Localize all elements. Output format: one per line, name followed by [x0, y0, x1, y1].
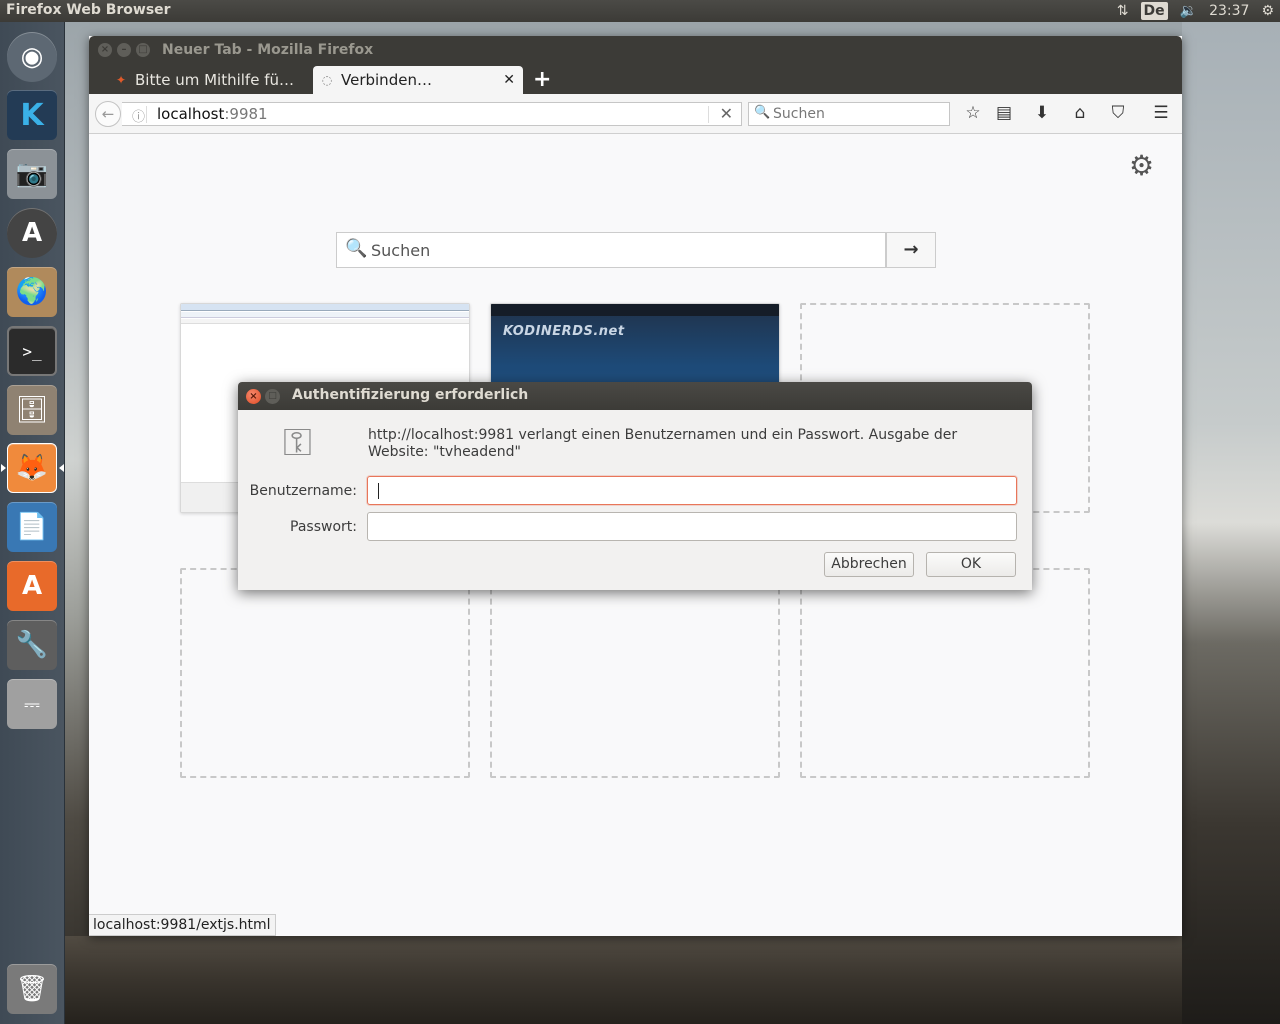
top-site-tile-empty — [180, 568, 470, 778]
kodinerds-logo: KODINERDS.net — [503, 324, 625, 339]
tab-label: Verbinden… — [341, 71, 432, 89]
dialog-titlebar: × □ Authentifizierung erforderlich — [238, 382, 1032, 410]
newtab-search-placeholder: Suchen — [371, 241, 431, 260]
volume-icon[interactable]: 🔉 — [1180, 3, 1197, 19]
navigation-toolbar: ← ⓘ localhost:9981 ✕ 🔍 Suchen ☆ ▤ ⬇ ⌂ ⛉ … — [89, 94, 1182, 134]
newtab-settings-gear-icon[interactable]: ⚙ — [1129, 149, 1154, 182]
auth-dialog: × □ Authentifizierung erforderlich ⚿ htt… — [238, 382, 1032, 590]
thumbnail-toolbar — [181, 312, 469, 318]
active-app-title: Firefox Web Browser — [6, 2, 171, 18]
username-field[interactable] — [367, 476, 1017, 505]
search-placeholder: Suchen — [773, 106, 825, 122]
username-label: Benutzername: — [249, 483, 357, 499]
desktop-wallpaper — [1182, 22, 1280, 1024]
network-icon[interactable]: ⇅ — [1117, 3, 1129, 19]
tab-close-icon[interactable]: ✕ — [503, 72, 515, 88]
stop-loading-icon[interactable]: ✕ — [720, 104, 733, 123]
system-menu-gear-icon[interactable]: ⚙ — [1261, 3, 1274, 19]
loading-spinner-icon: ◌ — [321, 73, 333, 87]
hamburger-menu-icon[interactable]: ☰ — [1150, 103, 1172, 123]
password-label: Passwort: — [290, 519, 357, 535]
unity-launcher: ◉ K 📷 A 🌍 >_ 🗄 🦊 📄 A 🔧 ⎓ 🗑 — [0, 22, 65, 1024]
archive-icon[interactable]: 🗄 — [7, 385, 57, 435]
search-go-arrow-icon[interactable]: → — [886, 232, 936, 268]
running-indicator — [1, 464, 6, 472]
dialog-close-button[interactable]: × — [246, 389, 261, 404]
search-input[interactable]: 🔍 Suchen — [748, 102, 950, 126]
firefox-icon[interactable]: 🦊 — [7, 443, 57, 493]
url-bar[interactable]: ⓘ localhost:9981 ✕ — [122, 102, 742, 126]
password-field[interactable] — [367, 512, 1017, 541]
window-titlebar: × – □ Neuer Tab - Mozilla Firefox ✦ Bitt… — [89, 36, 1182, 94]
window-close-button[interactable]: × — [98, 43, 112, 57]
top-site-tile-empty — [490, 568, 780, 778]
url-text[interactable]: localhost:9981 — [157, 105, 268, 123]
search-icon: 🔍 — [754, 105, 771, 120]
tab-mithilfe[interactable]: ✦ Bitte um Mithilfe fü… — [107, 66, 313, 94]
text-caret — [378, 483, 379, 499]
ok-button[interactable]: OK — [926, 552, 1016, 577]
desktop-wallpaper-bottom — [65, 936, 1182, 1024]
system-tray: ⇅ De 🔉 23:37 ⚙ — [1117, 1, 1274, 21]
top-panel: Firefox Web Browser ⇅ De 🔉 23:37 ⚙ — [0, 0, 1280, 22]
folder-globe-icon[interactable]: 🌍 — [7, 267, 57, 317]
thumbnail-topbar — [491, 304, 779, 316]
keyboard-layout-indicator[interactable]: De — [1140, 2, 1168, 20]
site-info-icon[interactable]: ⓘ — [132, 106, 145, 125]
trash-icon[interactable]: 🗑 — [7, 964, 57, 1014]
newtab-search-input[interactable]: 🔍 Suchen — [336, 232, 886, 268]
camera-icon[interactable]: 📷 — [7, 149, 57, 199]
cancel-button[interactable]: Abbrechen — [824, 552, 914, 577]
tab-favicon-icon: ✦ — [115, 73, 127, 87]
ubuntu-logo-icon[interactable]: ◉ — [7, 32, 57, 82]
pocket-icon[interactable]: ⛉ — [1107, 103, 1129, 123]
back-arrow-icon[interactable]: ← — [95, 101, 121, 127]
focused-indicator — [59, 464, 64, 472]
top-site-tile-empty — [800, 568, 1090, 778]
software-center-icon[interactable]: A — [7, 561, 57, 611]
clock[interactable]: 23:37 — [1209, 3, 1249, 19]
home-icon[interactable]: ⌂ — [1069, 103, 1091, 123]
search-icon: 🔍 — [345, 238, 368, 259]
dialog-title: Authentifizierung erforderlich — [292, 387, 529, 403]
dialog-maximize-button[interactable]: □ — [265, 389, 280, 404]
usb-icon[interactable]: ⎓ — [7, 679, 57, 729]
bookmark-star-icon[interactable]: ☆ — [962, 103, 984, 123]
downloads-icon[interactable]: ⬇ — [1031, 103, 1053, 123]
window-minimize-button[interactable]: – — [117, 43, 131, 57]
status-panel: localhost:9981/extjs.html — [89, 914, 276, 936]
key-icon: ⚿ — [283, 420, 312, 464]
thumbnail-header-row — [181, 319, 469, 324]
urlbar-divider — [708, 106, 709, 123]
tab-verbinden[interactable]: ◌ Verbinden… ✕ — [313, 66, 523, 94]
tab-label: Bitte um Mithilfe fü… — [135, 71, 295, 89]
auth-message: http://localhost:9981 verlangt einen Ben… — [368, 427, 958, 460]
thumbnail-toolbar — [181, 304, 469, 311]
window-maximize-button[interactable]: □ — [136, 43, 150, 57]
updater-icon[interactable]: A — [7, 208, 57, 258]
urlbar-divider — [146, 106, 147, 123]
settings-wrench-icon[interactable]: 🔧 — [7, 620, 57, 670]
writer-icon[interactable]: 📄 — [7, 502, 57, 552]
kodi-icon[interactable]: K — [7, 90, 57, 140]
reading-list-icon[interactable]: ▤ — [993, 103, 1015, 123]
new-tab-button[interactable]: + — [533, 67, 551, 92]
terminal-icon[interactable]: >_ — [7, 326, 57, 376]
window-title: Neuer Tab - Mozilla Firefox — [162, 42, 374, 58]
